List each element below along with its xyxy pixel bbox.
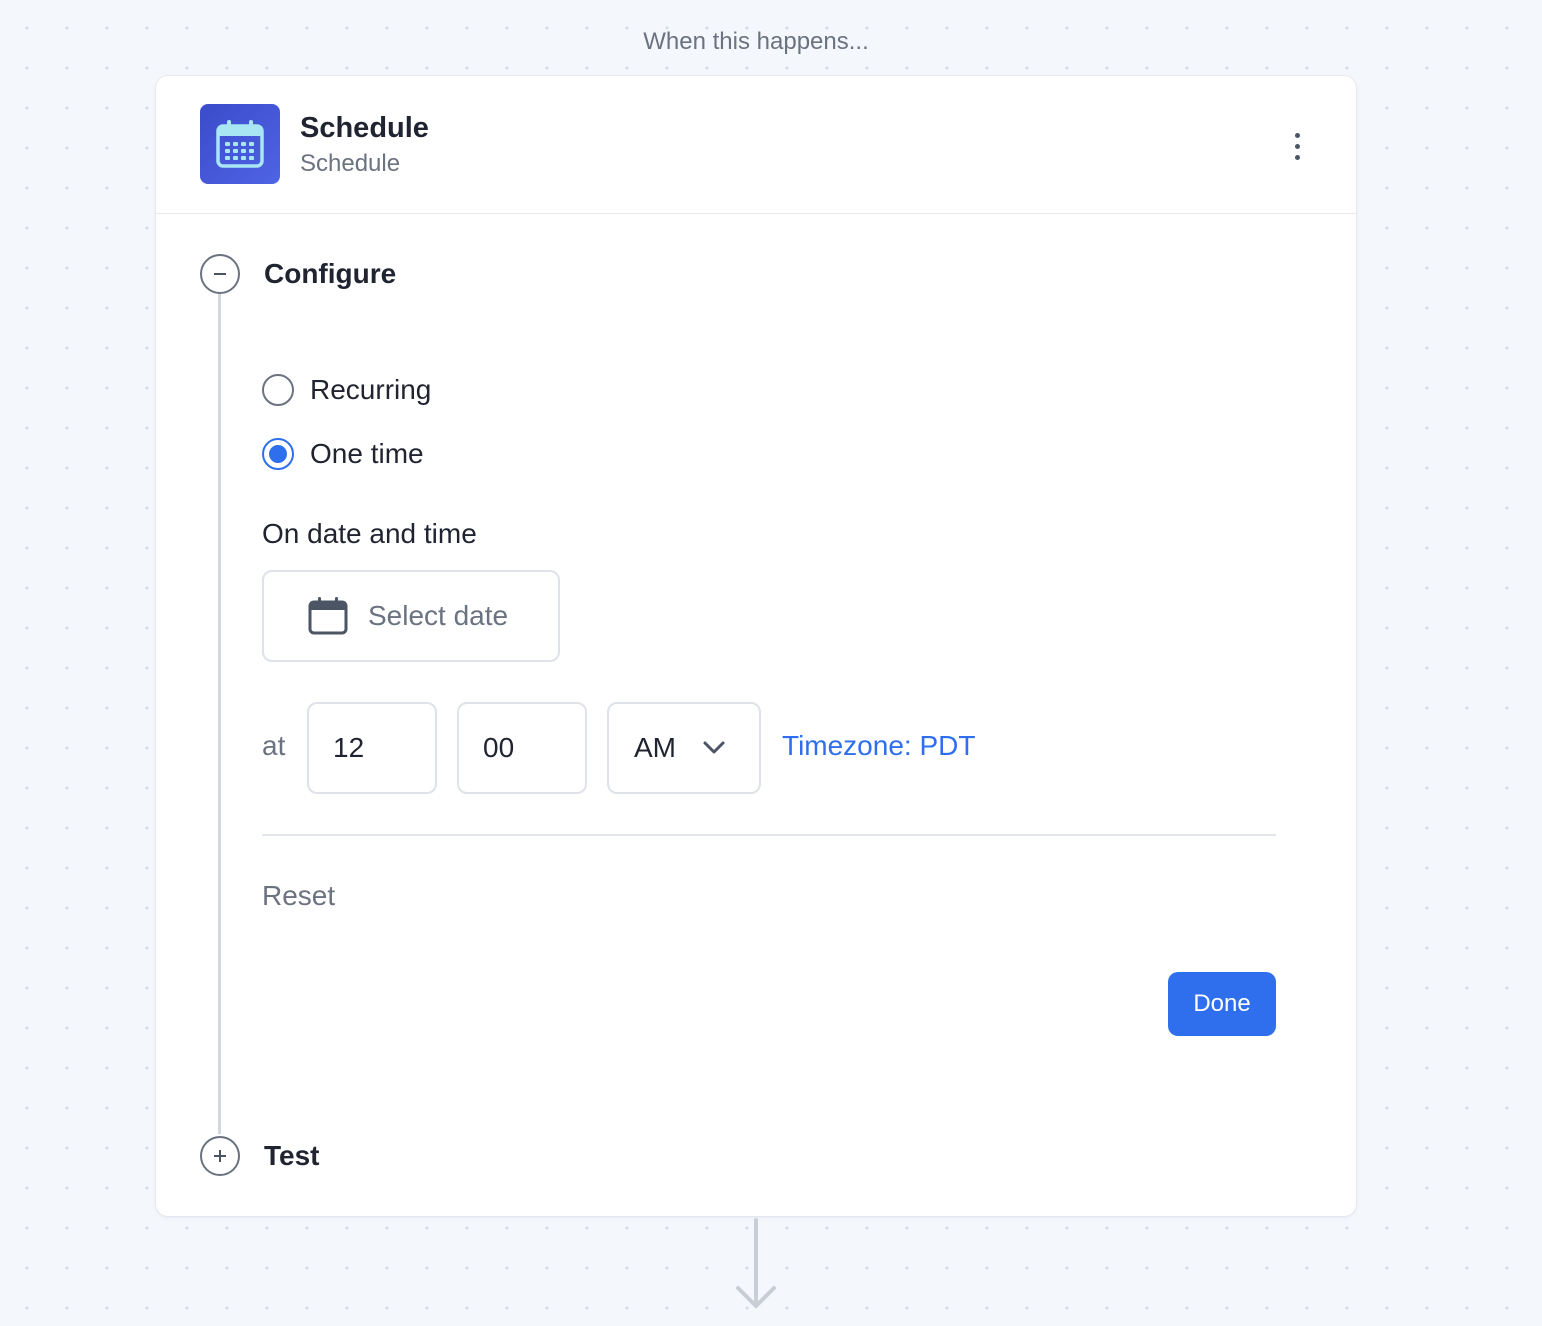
radio-circle-icon[interactable] <box>262 374 294 406</box>
reset-button[interactable]: Reset <box>262 880 335 912</box>
calendar-icon <box>200 104 280 184</box>
minus-icon <box>214 273 226 275</box>
select-date-button[interactable]: Select date <box>262 570 560 662</box>
step-connector-line <box>218 292 221 1134</box>
done-button[interactable]: Done <box>1168 972 1276 1036</box>
radio-checked-icon[interactable] <box>262 438 294 470</box>
hour-input[interactable] <box>307 702 437 794</box>
minute-input[interactable] <box>457 702 587 794</box>
at-label: at <box>262 730 286 761</box>
timezone-link[interactable]: Timezone: PDT <box>782 730 975 762</box>
calendar-icon <box>308 597 348 635</box>
radio-one-time[interactable]: One time <box>262 438 424 470</box>
radio-one-time-label: One time <box>310 438 424 469</box>
trigger-caption: When this happens... <box>643 28 869 55</box>
meridiem-select[interactable]: AM <box>607 702 761 794</box>
configure-collapse-button[interactable] <box>200 254 240 294</box>
radio-recurring-label: Recurring <box>310 374 432 405</box>
meridiem-value: AM <box>634 732 676 763</box>
chevron-down-icon <box>703 741 725 754</box>
date-time-section-label: On date and time <box>262 518 477 549</box>
radio-recurring[interactable]: Recurring <box>262 374 431 406</box>
card-header: Schedule Schedule <box>156 76 1356 214</box>
trigger-card: Schedule Schedule Configure Recurring On… <box>156 76 1356 1216</box>
arrow-down-icon <box>736 1218 776 1308</box>
workflow-canvas: When this happens... Schedule Schedule C… <box>0 0 1542 1326</box>
divider <box>262 834 1276 836</box>
plus-icon <box>214 1150 226 1162</box>
more-dot-icon <box>1294 132 1300 138</box>
more-options-button[interactable] <box>1280 126 1314 166</box>
more-dot-icon <box>1294 143 1300 149</box>
more-dot-icon <box>1294 154 1300 160</box>
test-expand-button[interactable] <box>200 1136 240 1176</box>
test-step-title: Test <box>264 1140 320 1171</box>
select-date-label: Select date <box>368 600 509 631</box>
configure-step-title: Configure <box>264 258 397 289</box>
trigger-subtitle: Schedule <box>300 150 401 177</box>
trigger-title: Schedule <box>300 112 429 144</box>
